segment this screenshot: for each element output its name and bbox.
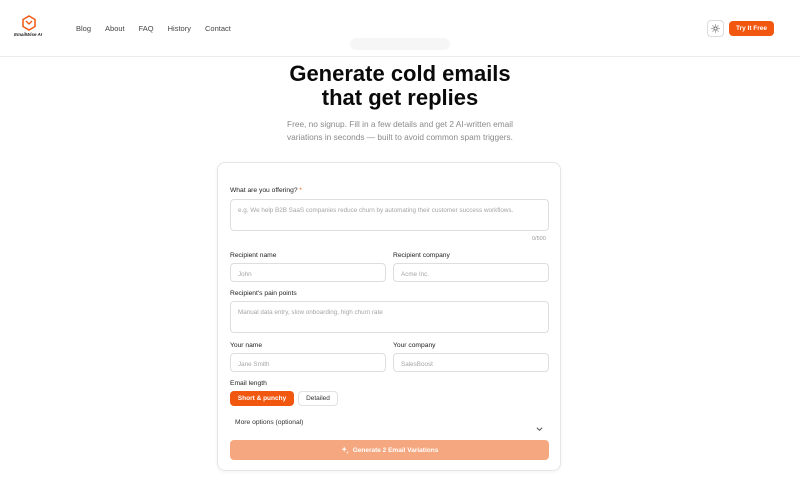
title-line-1: Generate cold emails [289, 61, 511, 86]
nav-link-about[interactable]: About [105, 24, 125, 33]
page-subtitle: Free, no signup. Fill in a few details a… [250, 118, 550, 144]
length-option-short[interactable]: Short & punchy [230, 391, 294, 406]
generate-button[interactable]: Generate 2 Email Variations [230, 440, 549, 460]
email-generator-form: What are you offering? * e.g. We help B2… [217, 162, 561, 471]
subtitle-line-2: variations in seconds — built to avoid c… [287, 132, 513, 142]
character-counter: 0/500 [532, 236, 546, 242]
nav-link-faq[interactable]: FAQ [139, 24, 154, 33]
logo[interactable]: EmailWise AI [14, 15, 46, 41]
title-line-2: that get replies [321, 85, 479, 110]
nav-link-contact[interactable]: Contact [205, 24, 231, 33]
try-it-free-button[interactable]: Try It Free [729, 21, 774, 36]
your-company-placeholder: SalesBoost [401, 361, 433, 368]
chevron-down-icon[interactable] [536, 419, 543, 437]
required-mark: * [299, 187, 303, 194]
pain-points-textarea[interactable]: Manual data entry, slow onboarding, high… [230, 301, 549, 333]
recipient-company-input[interactable]: Acme Inc. [393, 263, 549, 282]
your-name-label: Your name [230, 342, 263, 349]
your-name-placeholder: Jane Smith [238, 361, 270, 368]
page-title: Generate cold emails that get replies [0, 62, 800, 110]
recipient-name-label: Recipient name [230, 252, 277, 259]
recipient-name-placeholder: John [238, 271, 252, 278]
sparkle-icon [341, 446, 349, 454]
your-company-label: Your company [393, 342, 436, 349]
more-options-toggle[interactable]: More options (optional) [235, 419, 303, 426]
pain-points-placeholder: Manual data entry, slow onboarding, high… [238, 309, 383, 316]
recipient-company-placeholder: Acme Inc. [401, 271, 429, 278]
nav-link-blog[interactable]: Blog [76, 24, 91, 33]
offering-label-text: What are you offering? [230, 187, 298, 194]
logo-icon [22, 15, 36, 31]
your-company-input[interactable]: SalesBoost [393, 353, 549, 372]
recipient-company-label: Recipient company [393, 252, 450, 259]
subtitle-line-1: Free, no signup. Fill in a few details a… [287, 119, 513, 129]
nav-link-history[interactable]: History [168, 24, 191, 33]
logo-text: EmailWise AI [14, 32, 43, 37]
your-name-input[interactable]: Jane Smith [230, 353, 386, 372]
main-nav: Blog About FAQ History Contact [76, 24, 245, 33]
offering-placeholder: e.g. We help B2B SaaS companies reduce c… [238, 207, 514, 214]
length-option-detailed[interactable]: Detailed [298, 391, 338, 406]
pain-points-label: Recipient's pain points [230, 290, 297, 297]
offering-textarea[interactable]: e.g. We help B2B SaaS companies reduce c… [230, 199, 549, 231]
generate-button-label: Generate 2 Email Variations [352, 446, 439, 454]
recipient-name-input[interactable]: John [230, 263, 386, 282]
sun-icon [711, 24, 720, 33]
offering-label: What are you offering? * [230, 187, 302, 194]
theme-toggle-button[interactable] [707, 20, 724, 37]
email-length-label: Email length [230, 380, 267, 387]
announcement-pill [350, 38, 450, 50]
